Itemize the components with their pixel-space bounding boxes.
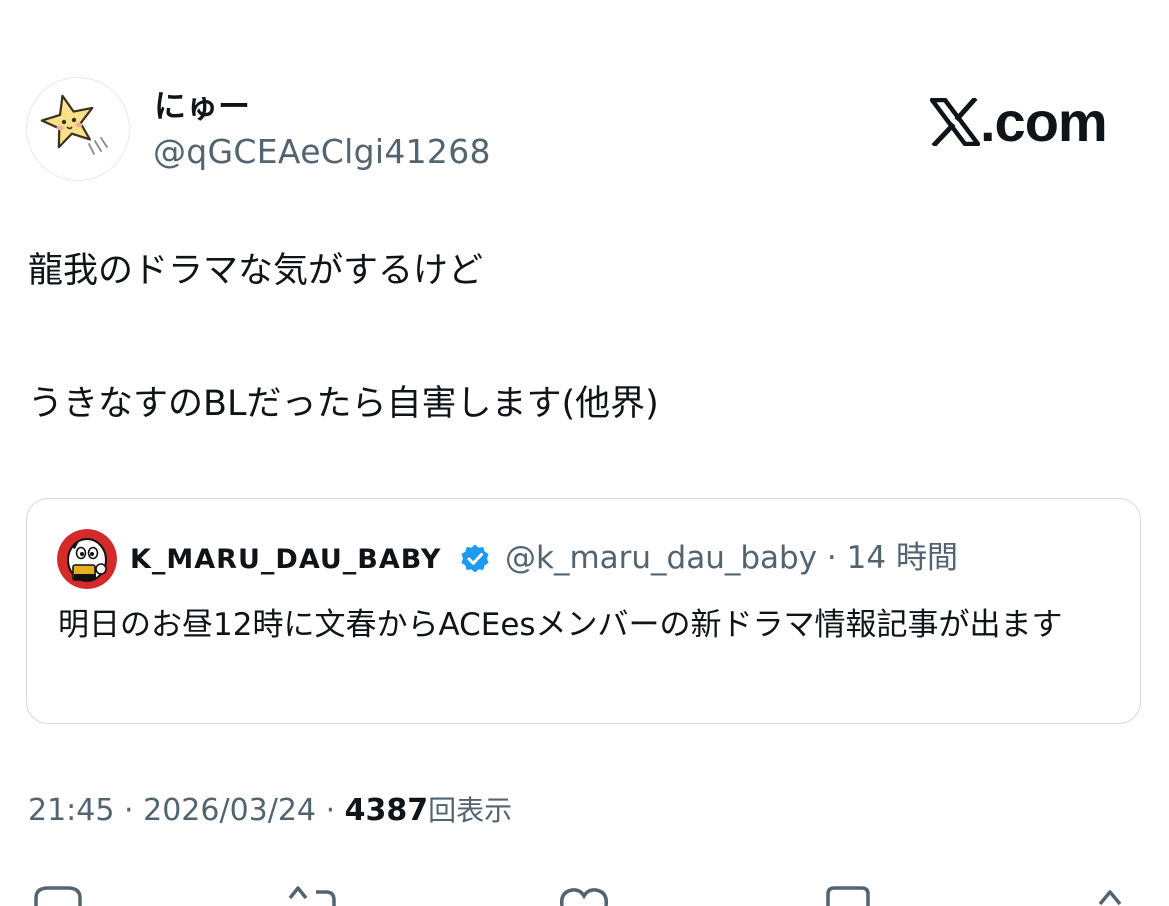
reply-icon[interactable] — [30, 876, 86, 906]
star-avatar-icon — [40, 94, 108, 155]
quoted-author-avatar[interactable] — [57, 529, 117, 589]
quoted-tweet-text: 明日のお昼12時に文春からACEesメンバーの新ドラマ情報記事が出ます — [58, 607, 1063, 643]
tweet-date[interactable]: 2026/03/24 — [143, 793, 316, 828]
quoted-tweet-card[interactable]: K_MARU_DAU_BABY @k_maru_dau_baby · 14 時間… — [26, 498, 1141, 724]
x-logo-icon — [930, 98, 980, 146]
back-chevron-icon[interactable] — [28, 0, 46, 4]
brand-watermark: .com — [930, 90, 1108, 154]
maru-character-avatar-icon — [57, 529, 117, 589]
quoted-meta: @k_maru_dau_baby · 14 時間 — [505, 537, 958, 579]
quoted-handle[interactable]: @k_maru_dau_baby — [505, 540, 817, 576]
tweet-text-line: うきなすのBLだったら自害します(他界) — [28, 384, 659, 424]
tweet-text-line: 龍我のドラマな気がするけど — [28, 251, 484, 291]
like-icon[interactable] — [556, 876, 612, 906]
brand-text: .com — [980, 90, 1108, 153]
author-avatar[interactable] — [26, 77, 130, 181]
tweet-time[interactable]: 21:45 — [28, 793, 114, 828]
meta-separator: · — [325, 793, 336, 828]
verified-badge-icon — [461, 544, 489, 573]
bookmark-icon[interactable] — [820, 876, 876, 906]
share-icon[interactable] — [1086, 876, 1142, 906]
quoted-display-name[interactable]: K_MARU_DAU_BABY — [130, 540, 441, 580]
views-count: 4387 — [344, 793, 429, 828]
author-handle[interactable]: @qGCEAeClgi41268 — [153, 130, 491, 174]
views-label: 回表示 — [428, 794, 513, 827]
tweet-timestamp: 21:45 · 2026/03/24 · 4387回表示 — [28, 790, 512, 832]
meta-separator: · — [124, 793, 134, 828]
repost-icon[interactable] — [286, 876, 342, 906]
meta-separator: · — [826, 540, 837, 576]
author-display-name[interactable]: にゅー — [154, 86, 250, 126]
quoted-time-ago[interactable]: 14 時間 — [847, 540, 958, 576]
